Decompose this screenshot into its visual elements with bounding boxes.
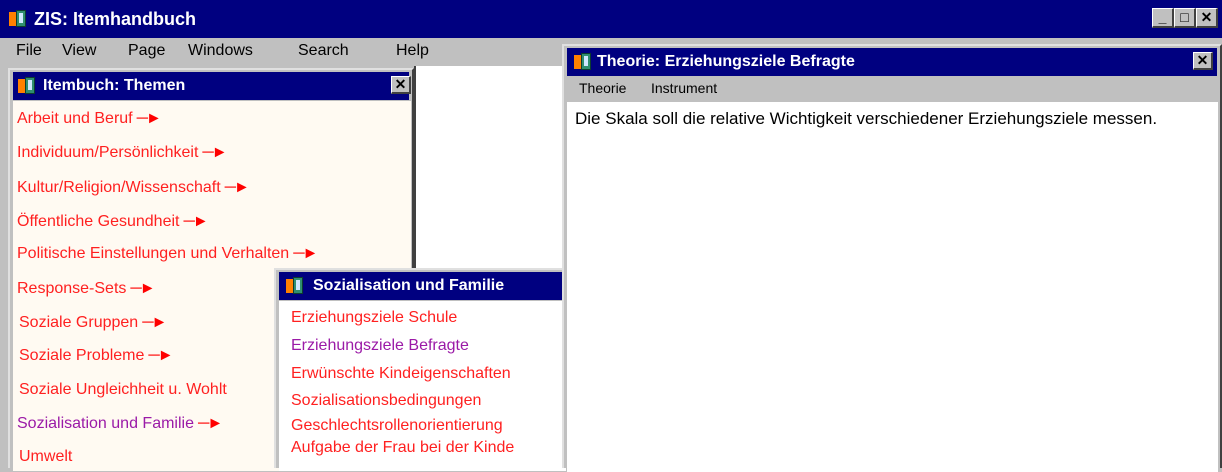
item-geschlechtsrollenorientierung[interactable]: Geschlechtsrollenorientierung [291,416,503,436]
item-erziehungsziele-befragte[interactable]: Erziehungsziele Befragte [291,336,469,356]
menubar: File View Page Windows Search Help [0,38,560,66]
topic-kultur[interactable]: Kultur/Religion/Wissenschaft ─► [17,178,250,198]
red-arrow-icon: ─► [197,415,223,432]
minimize-button[interactable]: _ [1152,8,1174,28]
sozialisation-title: Sozialisation und Familie [313,277,505,294]
theorie-title: Theorie: Erziehungsziele Befragte [597,53,855,70]
themen-titlebar[interactable]: Itembuch: Themen ✕ [13,72,411,100]
zis-app-icon [573,52,593,72]
theorie-window: Theorie: Erziehungsziele Befragte ✕ Theo… [562,44,1222,472]
topic-soziale-gruppen[interactable]: Soziale Gruppen ─► [19,313,167,333]
theorie-close-button[interactable]: ✕ [1193,52,1213,70]
item-aufgabe-der-frau[interactable]: Aufgabe der Frau bei der Kinde [291,438,514,458]
zis-app-icon [285,276,305,296]
red-arrow-icon: ─► [183,213,208,230]
topic-oeffentliche-gesundheit[interactable]: Öffentliche Gesundheit ─► [17,212,209,232]
menu-theorie[interactable]: Theorie [579,79,626,97]
menu-search[interactable]: Search [298,40,349,62]
maximize-button[interactable]: □ [1174,8,1196,28]
menu-view[interactable]: View [62,40,96,62]
red-arrow-icon: ─► [136,110,162,127]
topic-arbeit-und-beruf[interactable]: Arbeit und Beruf ─► [17,109,162,129]
topic-soziale-ungleichheit[interactable]: Soziale Ungleichheit u. Wohlt [19,380,227,400]
theorie-content: Die Skala soll die relative Wichtigkeit … [567,102,1218,472]
main-window: ZIS: Itemhandbuch _ □ ✕ File View Page W… [0,0,1222,472]
item-erwuenschte-kindeigenschaften[interactable]: Erwünschte Kindeigenschaften [291,364,511,384]
themen-close-button[interactable]: ✕ [391,76,411,94]
menu-page[interactable]: Page [128,40,165,62]
menu-instrument[interactable]: Instrument [651,79,717,97]
themen-title: Itembuch: Themen [43,77,186,94]
item-erziehungsziele-schule[interactable]: Erziehungsziele Schule [291,308,457,328]
theorie-titlebar[interactable]: Theorie: Erziehungsziele Befragte ✕ [567,48,1217,76]
sozialisation-window: Sozialisation und Familie Erziehungsziel… [274,268,566,471]
item-sozialisationsbedingungen[interactable]: Sozialisationsbedingungen [291,391,481,411]
topic-umwelt[interactable]: Umwelt [19,447,72,467]
menu-help[interactable]: Help [396,40,429,62]
red-arrow-icon: ─► [202,144,227,161]
sozialisation-item-list: Erziehungsziele Schule Erziehungsziele B… [279,301,566,471]
red-arrow-icon: ─► [148,347,173,364]
red-arrow-icon: ─► [142,314,167,331]
red-arrow-icon: ─► [293,245,318,262]
topic-soziale-probleme[interactable]: Soziale Probleme ─► [19,346,174,366]
menu-windows[interactable]: Windows [188,40,253,62]
topic-politische-einstellungen[interactable]: Politische Einstellungen und Verhalten ─► [17,244,318,264]
menu-file[interactable]: File [16,40,42,62]
zis-app-icon [8,9,28,29]
topic-sozialisation-und-familie[interactable]: Sozialisation und Familie ─► [17,414,223,434]
theorie-menubar: Theorie Instrument [567,77,1218,101]
theorie-description: Die Skala soll die relative Wichtigkeit … [575,109,1158,128]
close-button[interactable]: ✕ [1196,8,1218,28]
zis-app-icon [17,76,37,96]
window-title: ZIS: Itemhandbuch [34,9,196,29]
red-arrow-icon: ─► [224,179,250,196]
topic-response-sets[interactable]: Response-Sets ─► [17,279,156,299]
main-titlebar[interactable]: ZIS: Itemhandbuch _ □ ✕ [0,0,1222,38]
topic-individuum[interactable]: Individuum/Persönlichkeit ─► [17,143,228,163]
red-arrow-icon: ─► [130,280,155,297]
sozialisation-titlebar[interactable]: Sozialisation und Familie [279,272,566,300]
